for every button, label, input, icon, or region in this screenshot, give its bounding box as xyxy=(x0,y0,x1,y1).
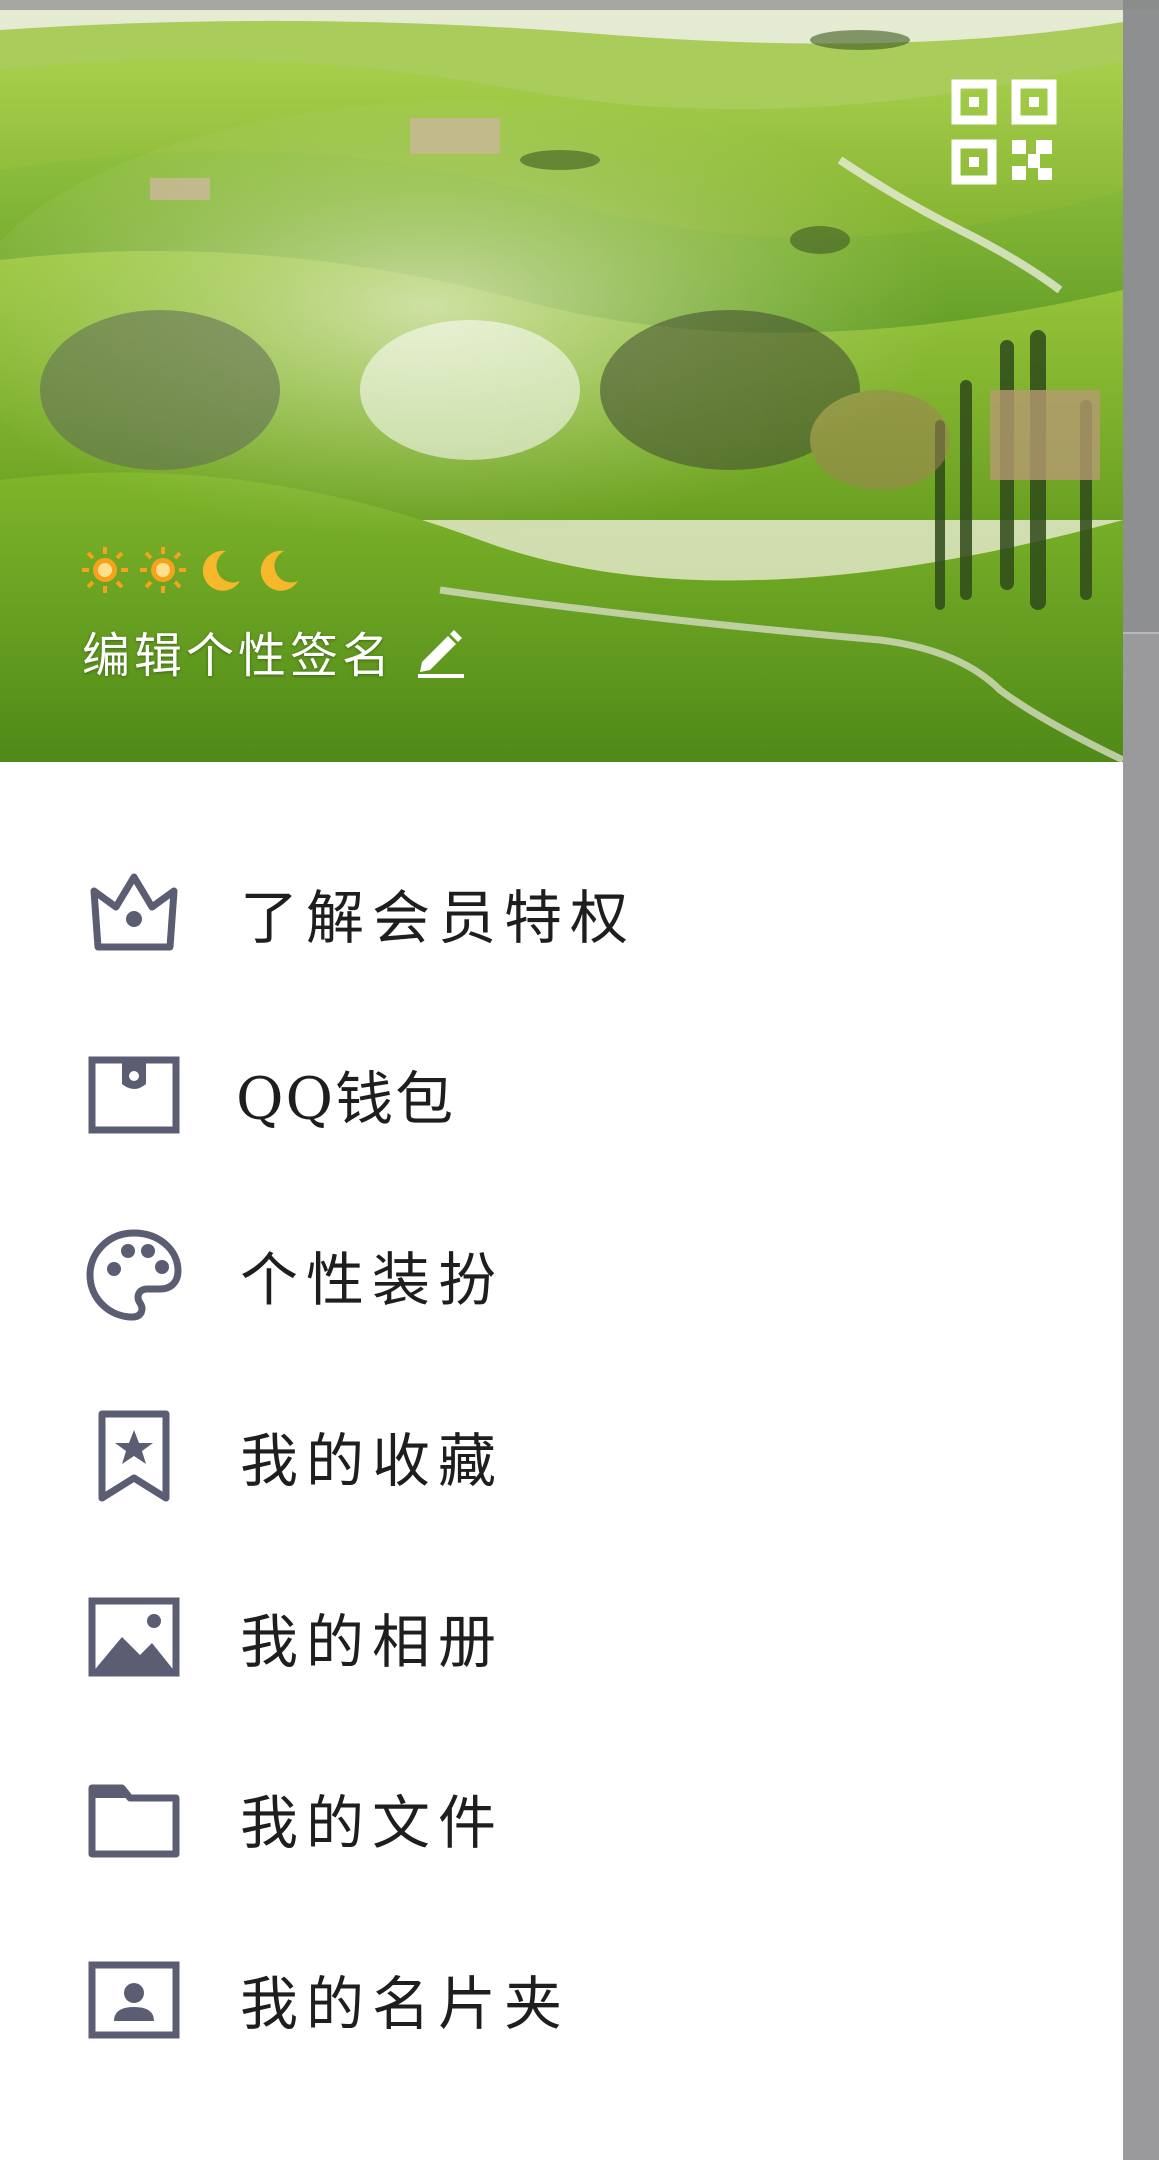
image-icon xyxy=(88,1597,180,1676)
side-drawer: 编辑个性签名 了解会员特权 QQ钱包 个性装扮 我的收藏 我的相册 我的文件 我… xyxy=(0,0,1123,2160)
moon-icon xyxy=(202,550,240,591)
menu-item-qq-wallet[interactable]: QQ钱包 xyxy=(0,1003,1123,1184)
menu-item-album[interactable]: 我的相册 xyxy=(0,1546,1123,1727)
level-icons xyxy=(80,540,304,600)
edit-signature-button[interactable]: 编辑个性签名 xyxy=(82,616,470,686)
menu-item-favorites[interactable]: 我的收藏 xyxy=(0,1365,1123,1546)
menu-item-label: 我的相册 xyxy=(240,1607,505,1676)
contact-card-icon xyxy=(88,1961,180,2038)
sun-icon xyxy=(82,547,128,593)
menu-item-files[interactable]: 我的文件 xyxy=(0,1727,1123,1908)
sun-icon xyxy=(140,547,186,593)
menu-item-label: 我的名片夹 xyxy=(240,1969,571,2038)
drawer-scrim[interactable] xyxy=(1123,0,1159,2160)
qr-code-icon xyxy=(951,79,1057,185)
menu-item-label: 我的文件 xyxy=(240,1788,505,1857)
menu-item-personalization[interactable]: 个性装扮 xyxy=(0,1184,1123,1365)
folder-icon xyxy=(88,1784,180,1857)
menu-item-label: 个性装扮 xyxy=(240,1245,505,1314)
crown-icon xyxy=(90,873,178,950)
menu-item-label: 了解会员特权 xyxy=(240,883,637,952)
menu-item-label: QQ钱包 xyxy=(236,1064,456,1133)
status-bar-strip xyxy=(0,0,1159,10)
palette-icon xyxy=(86,1228,182,1321)
menu-item-label: 我的收藏 xyxy=(240,1426,505,1495)
pencil-icon xyxy=(418,630,465,678)
drawer-menu: 了解会员特权 QQ钱包 个性装扮 我的收藏 我的相册 我的文件 我的名片夹 xyxy=(0,822,1123,2089)
scrim-divider xyxy=(1123,632,1159,634)
profile-header[interactable]: 编辑个性签名 xyxy=(0,0,1123,762)
wallet-icon xyxy=(88,1056,180,1133)
signature-label: 编辑个性签名 xyxy=(82,628,395,684)
menu-item-vip-privileges[interactable]: 了解会员特权 xyxy=(0,822,1123,1003)
scrim-upper xyxy=(1123,0,1159,632)
menu-item-contact-cards[interactable]: 我的名片夹 xyxy=(0,1908,1123,2089)
qr-code-button[interactable] xyxy=(950,78,1058,186)
moon-icon xyxy=(260,550,298,591)
screen: 编辑个性签名 了解会员特权 QQ钱包 个性装扮 我的收藏 我的相册 我的文件 我… xyxy=(0,0,1159,2160)
bookmark-star-icon xyxy=(98,1410,170,1501)
